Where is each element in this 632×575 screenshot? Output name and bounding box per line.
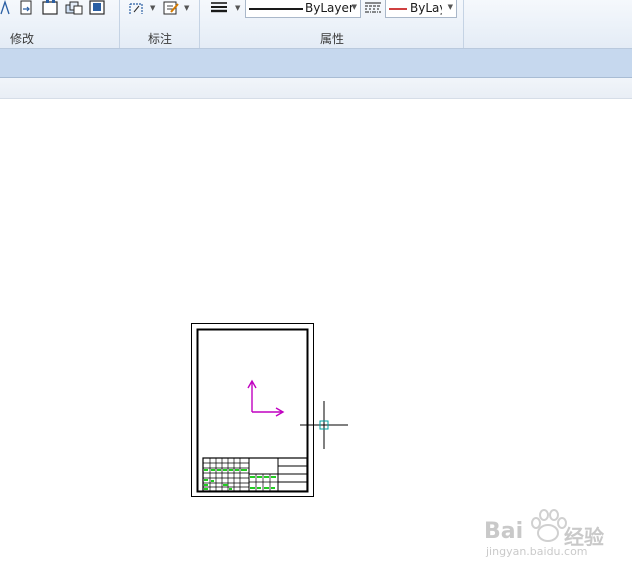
chevron-down-icon: ▼ [447,3,453,11]
watermark-url: jingyan.baidu.com [486,545,588,558]
paw-icon [531,509,567,542]
properties-panel-label[interactable]: 属性 [320,30,344,47]
copy-icon[interactable] [89,0,107,16]
edit-icon[interactable] [162,0,180,16]
panel-divider [463,0,464,48]
drawing-area[interactable] [0,99,632,575]
chevron-down-icon[interactable]: ▼ [184,4,189,12]
file-tab-bar [0,49,632,78]
panel-divider [199,0,200,48]
dimension-panel-label[interactable]: 标注 [148,30,172,47]
color-swatch [389,8,407,10]
chevron-down-icon: ▼ [351,3,357,11]
ribbon: 修改 ▼ ▼ 标注 ▼ ByLayer ▼ ByLay ▼ [0,0,632,49]
watermark-brand: Bai [484,519,524,544]
panel-divider [119,0,120,48]
layout-tab-bar [0,78,632,99]
color-dropdown[interactable]: ByLay ▼ [385,0,457,18]
linetype-icon[interactable] [364,0,382,16]
dimension-icon[interactable] [128,0,146,16]
chevron-down-icon[interactable]: ▼ [235,4,240,12]
stretch-icon[interactable] [18,0,36,16]
lineweight-icon[interactable] [210,0,228,16]
drawing-canvas[interactable]: Bai 经验 jingyan.baidu.com [0,99,632,575]
linetype-value: ByLayer [305,1,354,15]
linetype-dropdown[interactable]: ByLayer ▼ [245,0,361,18]
rectangle-icon[interactable] [41,0,59,16]
modify-panel-label[interactable]: 修改 [10,30,34,47]
array-icon[interactable] [65,0,83,16]
color-value: ByLay [410,1,442,15]
chevron-down-icon[interactable]: ▼ [150,4,155,12]
line-sample [249,8,303,10]
fillet-icon[interactable] [0,0,18,16]
watermark: Bai 经验 jingyan.baidu.com [484,509,629,569]
